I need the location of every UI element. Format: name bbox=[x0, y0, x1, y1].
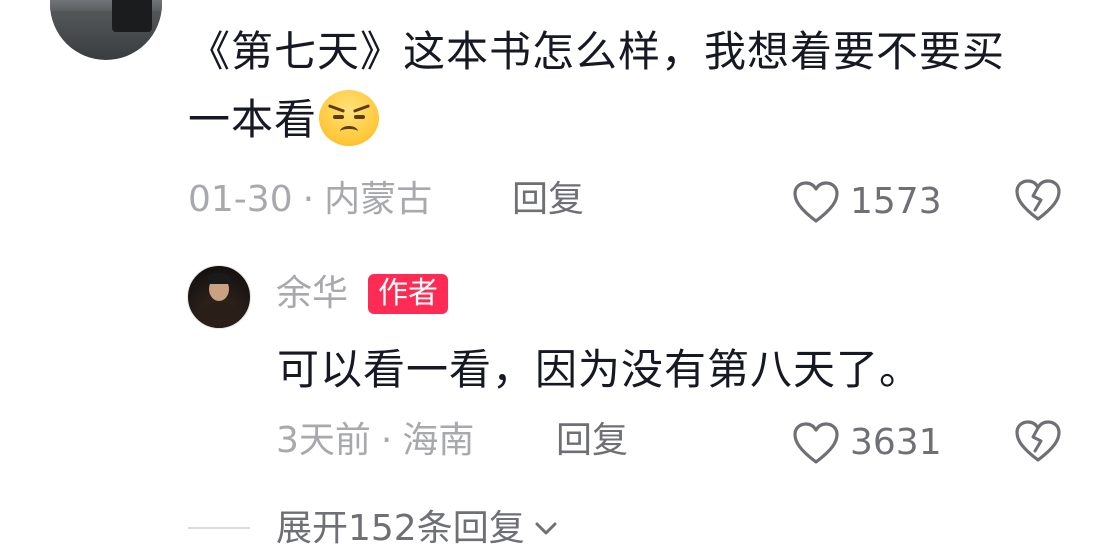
meta-separator: · bbox=[302, 179, 315, 220]
reply-time: 3天前 bbox=[276, 420, 371, 461]
broken-heart-icon bbox=[1015, 179, 1061, 221]
comment-text-line2-text: 一本看 bbox=[188, 95, 318, 144]
commenter-avatar[interactable] bbox=[50, 0, 162, 60]
reply-dislike-button[interactable] bbox=[1014, 419, 1062, 467]
avatar-rock bbox=[112, 0, 152, 32]
author-name[interactable]: 余华 bbox=[276, 274, 348, 314]
annoyed-face-emoji-icon bbox=[319, 90, 380, 146]
comment-body: 《第七天》这本书怎么样，我想着要不要买 一本看 bbox=[188, 18, 1088, 154]
comment-reply-button[interactable]: 回复 bbox=[512, 180, 584, 220]
reply-location: 海南 bbox=[402, 420, 475, 461]
comment-like-count: 1573 bbox=[850, 181, 942, 222]
comment-date: 01-30 bbox=[188, 179, 293, 220]
avatar-figure-body bbox=[196, 302, 242, 328]
expand-replies-button[interactable]: 展开152条回复 bbox=[276, 508, 561, 550]
comment-meta: 01-30 · 内蒙古 bbox=[188, 180, 432, 220]
avatar-figure-hair bbox=[207, 273, 231, 284]
broken-heart-icon bbox=[1015, 420, 1061, 462]
comment-like-button[interactable]: 1573 bbox=[792, 180, 942, 224]
meta-separator: · bbox=[380, 420, 393, 461]
reply-like-button[interactable]: 3631 bbox=[792, 421, 942, 465]
heart-outline-icon bbox=[793, 181, 839, 223]
reply-meta: 3天前 · 海南 bbox=[276, 421, 474, 461]
reply-body: 可以看一看，因为没有第八天了。 bbox=[277, 345, 923, 394]
heart-outline-icon bbox=[793, 422, 839, 464]
reply-reply-button[interactable]: 回复 bbox=[556, 421, 628, 461]
author-avatar[interactable] bbox=[187, 265, 251, 329]
comment-text-line1: 《第七天》这本书怎么样，我想着要不要买 bbox=[188, 27, 1006, 76]
author-badge: 作者 bbox=[368, 274, 448, 314]
expand-replies-label: 展开152条回复 bbox=[276, 508, 525, 549]
chevron-down-icon bbox=[535, 522, 557, 535]
comment-location: 内蒙古 bbox=[324, 179, 433, 220]
comment-dislike-button[interactable] bbox=[1014, 178, 1062, 226]
comment-text-line2: 一本看 bbox=[188, 86, 1088, 154]
expand-divider bbox=[188, 527, 250, 529]
reply-like-count: 3631 bbox=[850, 422, 942, 463]
